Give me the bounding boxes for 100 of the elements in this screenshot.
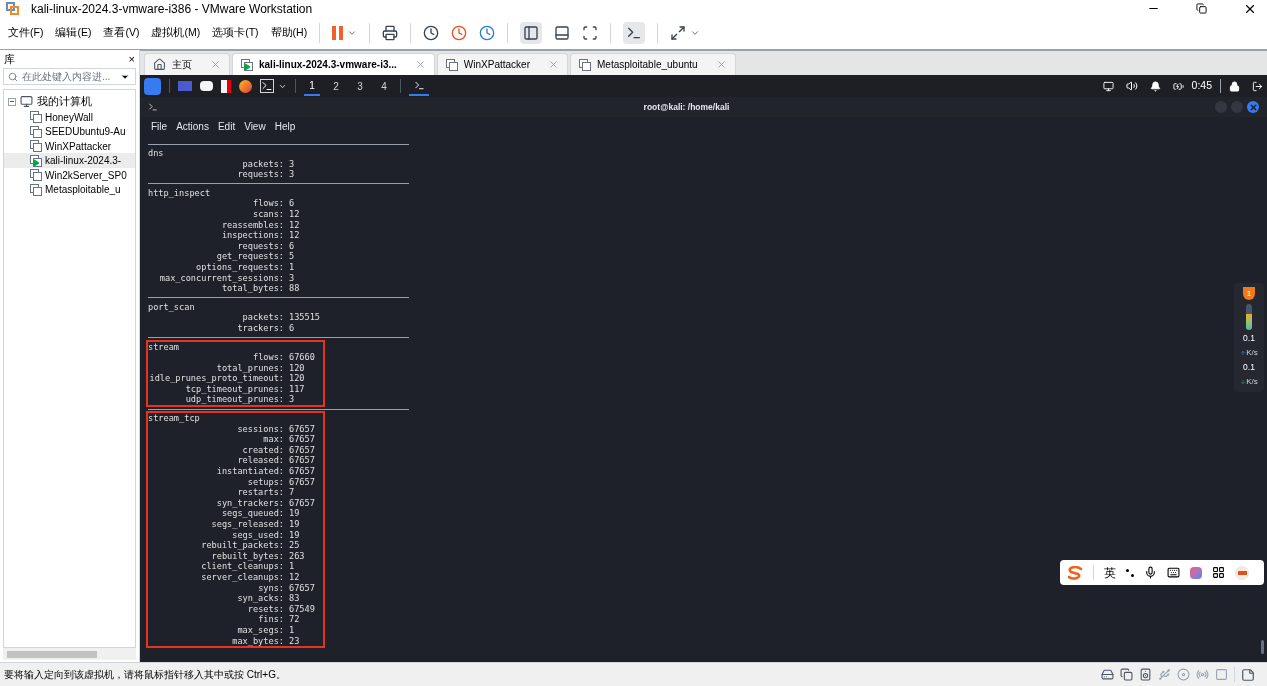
tab[interactable]: kali-linux-2024.3-vmware-i3... — [232, 53, 435, 75]
snapshot-icon[interactable] — [423, 25, 440, 41]
panel-title: 库 — [4, 51, 15, 67]
search-icon — [8, 71, 18, 82]
horizontal-scrollbar[interactable] — [3, 648, 136, 660]
stat-value: 25 — [288, 540, 300, 551]
tree-item[interactable]: HoneyWall — [45, 109, 93, 125]
revert-snapshot-icon[interactable] — [451, 25, 468, 41]
mascot-icon[interactable] — [1235, 565, 1249, 580]
vm-icon — [579, 58, 591, 71]
library-view-button[interactable] — [520, 22, 543, 44]
tab[interactable]: 主页 — [144, 53, 230, 75]
menu-item[interactable]: File — [151, 118, 168, 134]
section-name: http_inspect — [148, 187, 212, 199]
tab[interactable]: Metasploitable_ubuntu — [570, 53, 736, 75]
tree-item[interactable]: Win2kServer_SP0 — [45, 167, 127, 183]
stat-value: 19 — [288, 519, 300, 530]
vm-icon — [30, 111, 42, 123]
vertical-scrollbar[interactable] — [1260, 640, 1264, 654]
stat-label: instantiated: — [215, 466, 284, 477]
pause-icon[interactable] — [332, 26, 344, 40]
punctuation-icon[interactable] — [1126, 568, 1134, 577]
menu-item[interactable]: 文件(F) — [8, 25, 44, 41]
stretch-icon[interactable] — [670, 25, 687, 41]
tab[interactable]: WinXPattacker — [436, 53, 568, 75]
tree-item[interactable]: 我的计算机 — [37, 94, 92, 110]
stat-value: 67657 — [288, 497, 315, 509]
notification-icon[interactable] — [1149, 80, 1161, 92]
stat-label: segs_used: — [231, 529, 284, 541]
stat-value: 6 — [288, 240, 295, 252]
close-button[interactable]: × — [128, 50, 135, 68]
snapshot-manager-icon[interactable] — [479, 25, 496, 41]
close-button[interactable] — [1247, 101, 1259, 113]
stat-label: restarts: — [236, 487, 284, 498]
input-mode-button[interactable]: 英 — [1104, 563, 1116, 582]
vm-icon — [445, 58, 458, 71]
sidebar-icon — [523, 25, 540, 41]
firefox-icon[interactable] — [239, 79, 252, 93]
thumbnail-view-icon[interactable] — [554, 25, 571, 41]
menu-item[interactable]: 帮助(H) — [270, 25, 308, 41]
notes-icon[interactable] — [1241, 667, 1255, 682]
stat-value: 19 — [288, 529, 300, 541]
search-field[interactable]: 在此处键入内容进... — [3, 68, 136, 85]
expand-toggle[interactable] — [8, 97, 16, 106]
console-view-button[interactable] — [623, 22, 646, 44]
stat-label: syn_trackers: — [215, 497, 284, 509]
keyboard-icon[interactable] — [1167, 566, 1180, 579]
menu-item[interactable]: 虚拟机(M) — [151, 25, 201, 41]
download-icon — [1240, 379, 1247, 385]
stat-value: 3 — [288, 394, 295, 406]
kali-menu-icon[interactable] — [144, 77, 161, 95]
fullscreen-icon[interactable] — [582, 25, 599, 41]
tree-item[interactable]: SEEDUbuntu9-Au — [45, 124, 126, 139]
sound-card-icon[interactable] — [1139, 668, 1152, 681]
menu-item[interactable]: 选项卡(T) — [212, 25, 259, 41]
stat-value: 67657 — [288, 444, 315, 456]
stat-label: released: — [236, 455, 284, 467]
section-name: stream — [148, 341, 181, 353]
battery-icon[interactable] — [1172, 80, 1184, 92]
menu-item[interactable]: View — [244, 118, 266, 134]
stat-value: 1 — [288, 624, 295, 636]
stat-label: total_prunes: — [215, 362, 284, 374]
stat-label: requests: — [236, 169, 284, 180]
workspace-button[interactable]: 3 — [352, 76, 368, 96]
menu-item[interactable]: Actions — [176, 118, 209, 134]
stat-label: scans: — [251, 208, 284, 220]
stat-label: tcp_timeout_prunes: — [184, 383, 284, 395]
stat-label: client_cleanups: — [200, 561, 284, 572]
stat-value: 6 — [288, 198, 295, 209]
network-adapter-icon[interactable] — [1120, 668, 1133, 681]
workspace-button[interactable]: 2 — [328, 76, 344, 96]
workspace-button[interactable]: 4 — [376, 76, 392, 96]
tree-item[interactable]: Metasploitable_u — [45, 182, 121, 197]
network-icon[interactable] — [1102, 80, 1114, 92]
stat-value: 3 — [288, 169, 295, 180]
stat-label: resets: — [246, 603, 284, 615]
terminal-icon[interactable] — [260, 79, 274, 93]
stat-value: 67657 — [288, 582, 315, 594]
tree-item[interactable]: WinXPattacker — [45, 138, 112, 154]
speed-unit: K/s — [1246, 347, 1258, 359]
logout-icon[interactable] — [1252, 80, 1263, 92]
stat-value: 6 — [288, 322, 295, 334]
menu-item[interactable]: Help — [274, 118, 296, 134]
menu-item[interactable]: 查看(V) — [103, 25, 140, 41]
grid-icon[interactable] — [1212, 566, 1225, 579]
ime-logo-icon[interactable] — [1067, 565, 1083, 580]
vm-icon — [30, 169, 42, 181]
stat-label: max_segs: — [236, 624, 284, 636]
menu-item[interactable]: Edit — [217, 118, 236, 134]
send-keys-icon[interactable] — [382, 25, 399, 41]
stat-label: created: — [241, 444, 284, 456]
skin-icon[interactable] — [1190, 566, 1202, 579]
restore-icon[interactable] — [1196, 3, 1207, 14]
microphone-icon[interactable] — [1144, 566, 1157, 579]
menu-item[interactable]: 编辑(E) — [55, 25, 92, 41]
stat-label: server_cleanups: — [200, 571, 284, 583]
stat-label: udp_timeout_prunes: — [184, 394, 284, 406]
volume-icon[interactable] — [1125, 80, 1138, 92]
stat-value: 117 — [288, 383, 305, 395]
stat-value: 23 — [288, 635, 300, 647]
